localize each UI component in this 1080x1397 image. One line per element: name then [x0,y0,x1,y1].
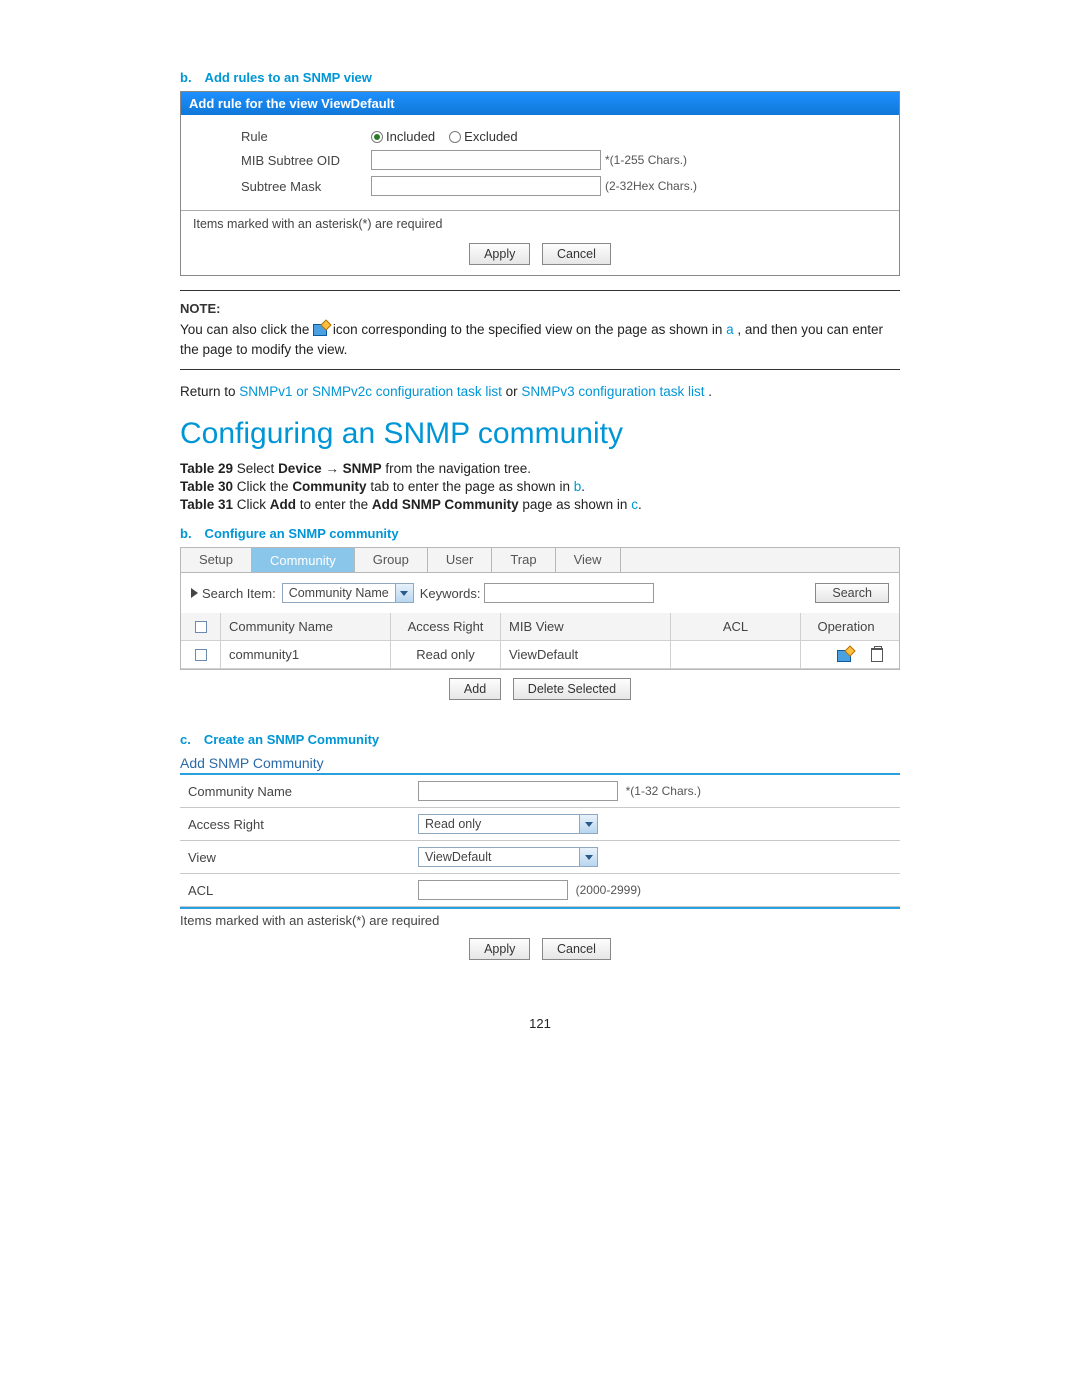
col-acl: ACL [671,613,801,641]
dropdown-access-right[interactable]: Read only [418,814,598,834]
hint-community-name: *(1-32 Chars.) [626,784,701,798]
hint-acl: (2000-2999) [576,883,641,897]
label-acl: ACL [180,874,410,907]
note-label: NOTE: [180,301,900,316]
search-bar: Search Item: Community Name Keywords: Se… [180,573,900,613]
step-31: Table 31 Click Add to enter the Add SNMP… [180,497,900,512]
delete-row-icon[interactable] [871,648,883,662]
keywords-label: Keywords: [420,586,481,601]
tab-community[interactable]: Community [252,548,355,572]
label-rule: Rule [241,129,371,144]
cancel-button-1[interactable]: Cancel [542,243,611,265]
chevron-down-icon[interactable] [395,584,413,602]
edit-icon [313,322,329,336]
label-access-right: Access Right [180,808,410,841]
label-mib-oid: MIB Subtree OID [241,153,371,168]
table-row: community1 Read only ViewDefault [181,641,899,669]
chevron-down-icon[interactable] [579,815,597,833]
link-snmpv3-tasklist[interactable]: SNMPv3 configuration task list [521,384,704,399]
required-note-1: Items marked with an asterisk(*) are req… [181,210,899,237]
radio-included-label: Included [386,129,435,144]
keywords-input[interactable] [484,583,654,603]
col-mib-view: MIB View [501,613,671,641]
label-view: View [180,841,410,874]
divider-2 [180,369,900,370]
radio-excluded-label: Excluded [464,129,517,144]
tab-user[interactable]: User [428,548,492,572]
dropdown-view[interactable]: ViewDefault [418,847,598,867]
checkbox-row[interactable] [195,649,207,661]
step-30: Table 30 Click the Community tab to ente… [180,479,900,494]
caption-create-community: c. Create an SNMP Community [180,732,900,747]
tab-trap[interactable]: Trap [492,548,555,572]
chevron-down-icon[interactable] [579,848,597,866]
note-text: You can also click the icon correspondin… [180,320,900,359]
delete-selected-button[interactable]: Delete Selected [513,678,631,700]
label-community-name: Community Name [180,775,410,808]
col-access-right: Access Right [391,613,501,641]
community-grid: Community Name Access Right MIB View ACL… [180,613,900,670]
search-item-dropdown[interactable]: Community Name [282,583,414,603]
hint-mask: (2-32Hex Chars.) [605,179,697,193]
note-ref-a[interactable]: a [726,322,734,337]
checkbox-all[interactable] [195,621,207,633]
heading-configuring-snmp-community: Configuring an SNMP community [180,417,900,451]
input-acl[interactable] [418,880,568,900]
divider-1 [180,290,900,291]
radio-excluded[interactable] [449,131,461,143]
add-rule-panel: Add rule for the view ViewDefault Rule I… [180,91,900,276]
apply-button-1[interactable]: Apply [469,243,530,265]
edit-row-icon[interactable] [837,648,853,662]
page-number: 121 [180,1016,900,1031]
caption-add-rules: b. Add rules to an SNMP view [180,70,900,85]
link-snmpv1v2c-tasklist[interactable]: SNMPv1 or SNMPv2c configuration task lis… [239,384,502,399]
expand-icon [191,588,198,598]
cell-mib: ViewDefault [501,641,671,669]
add-community-panel: Add SNMP Community Community Name *(1-32… [180,755,900,970]
required-note-2: Items marked with an asterisk(*) are req… [180,909,900,932]
tab-view[interactable]: View [556,548,621,572]
radio-included[interactable] [371,131,383,143]
input-subtree-mask[interactable] [371,176,601,196]
tab-group[interactable]: Group [355,548,428,572]
cell-access: Read only [391,641,501,669]
ref-c[interactable]: c [631,497,638,512]
label-subtree-mask: Subtree Mask [241,179,371,194]
cancel-button-2[interactable]: Cancel [542,938,611,960]
search-item-label: Search Item: [202,586,276,601]
tabs-row: Setup Community Group User Trap View [180,547,900,573]
panel-title-add-community: Add SNMP Community [180,755,900,771]
col-operation: Operation [801,613,899,641]
apply-button-2[interactable]: Apply [469,938,530,960]
col-community-name: Community Name [221,613,391,641]
cell-acl [671,641,801,669]
caption-configure-community: b. Configure an SNMP community [180,526,900,541]
input-community-name[interactable] [418,781,618,801]
community-panel: Setup Community Group User Trap View Sea… [180,547,900,708]
cell-name: community1 [221,641,391,669]
step-29: Table 29 Select Device → SNMP from the n… [180,461,900,476]
return-line: Return to SNMPv1 or SNMPv2c configuratio… [180,384,900,399]
panel-title-add-rule: Add rule for the view ViewDefault [181,92,899,115]
search-button[interactable]: Search [815,583,889,603]
add-button[interactable]: Add [449,678,501,700]
hint-oid: *(1-255 Chars.) [605,153,687,167]
input-mib-oid[interactable] [371,150,601,170]
tab-setup[interactable]: Setup [181,548,252,572]
